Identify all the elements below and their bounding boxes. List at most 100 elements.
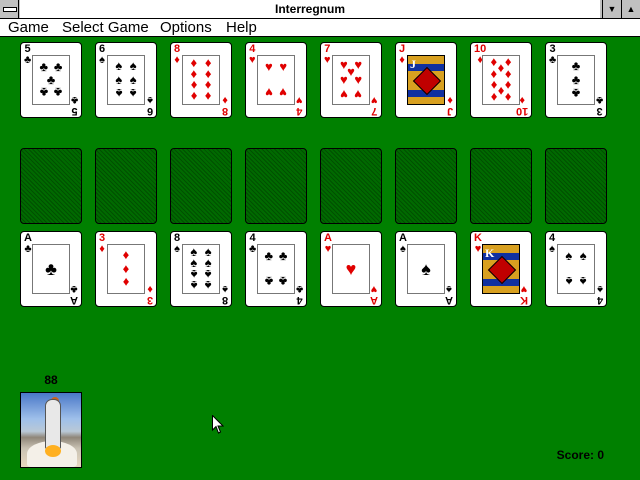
- card-ace-of-hearts[interactable]: A ♥ A ♥ ♥: [320, 231, 382, 307]
- system-menu-button[interactable]: [0, 0, 19, 18]
- empty-card-slot[interactable]: [95, 148, 157, 224]
- launch-flame: [45, 445, 61, 457]
- card-4-of-clubs[interactable]: 4 ♣ 4 ♣ ♣ ♣ ♣ ♣: [245, 231, 307, 307]
- card-6-of-spades[interactable]: 6 ♠ 6 ♠ ♠ ♠ ♠ ♠ ♠ ♠: [95, 42, 157, 118]
- heart-icon: ♥: [296, 94, 303, 106]
- deck-count: 88: [44, 373, 58, 387]
- space-shuttle-icon: [45, 399, 61, 449]
- spade-pip-icon: ♠: [129, 57, 137, 73]
- diamond-pip-icon: ♦: [122, 246, 130, 262]
- card-rank: 4: [296, 105, 303, 117]
- card-pip-area: ♥: [332, 244, 370, 294]
- heart-icon: ♥: [520, 283, 528, 295]
- empty-card-slot[interactable]: [545, 148, 607, 224]
- heart-icon: ♥: [324, 54, 331, 66]
- card-king-of-hearts[interactable]: K ♥ K ♥ K: [470, 231, 532, 307]
- card-ace-of-spades[interactable]: A ♠ A ♠ ♠: [395, 231, 457, 307]
- diamond-icon: ♦: [399, 54, 405, 66]
- club-pip-icon: ♣: [45, 259, 57, 279]
- card-pip-area: ♦ ♦ ♦ ♦ ♦ ♦ ♦ ♦: [182, 55, 220, 105]
- diamond-icon: ♦: [99, 243, 105, 255]
- card-index: A ♠: [399, 233, 407, 255]
- club-pip-icon: ♣: [571, 57, 581, 73]
- spade-icon: ♠: [99, 54, 105, 66]
- card-8-of-diamonds[interactable]: 8 ♦ 8 ♦ ♦ ♦ ♦ ♦ ♦ ♦ ♦ ♦: [170, 42, 232, 118]
- court-portrait: K: [482, 244, 520, 294]
- spade-pip-icon: ♠: [115, 57, 123, 73]
- card-5-of-clubs[interactable]: 5 ♣ 5 ♣ ♣ ♣ ♣ ♣ ♣: [20, 42, 82, 118]
- card-rank: A: [70, 294, 78, 306]
- card-index: A ♣: [70, 283, 78, 306]
- court-letter: J: [410, 57, 416, 71]
- card-index: 7 ♥: [371, 94, 378, 117]
- maximize-icon: ▲: [626, 4, 636, 14]
- card-pip-area: ♠ ♠ ♠ ♠ ♠ ♠ ♠ ♠: [182, 244, 220, 294]
- menu-game[interactable]: Game: [8, 19, 49, 36]
- card-8-of-spades[interactable]: 8 ♠ 8 ♠ ♠ ♠ ♠ ♠ ♠ ♠ ♠ ♠: [170, 231, 232, 307]
- card-index: 4 ♥: [249, 44, 256, 66]
- card-3-of-clubs[interactable]: 3 ♣ 3 ♣ ♣ ♣ ♣: [545, 42, 607, 118]
- empty-card-slot[interactable]: [170, 148, 232, 224]
- card-rank: 3: [146, 294, 153, 306]
- club-pip-icon: ♣: [264, 247, 274, 263]
- spade-pip-icon: ♠: [421, 259, 431, 279]
- card-4-of-hearts[interactable]: 4 ♥ 4 ♥ ♥ ♥ ♥ ♥: [245, 42, 307, 118]
- empty-card-slot[interactable]: [20, 148, 82, 224]
- card-ace-of-clubs[interactable]: A ♣ A ♣ ♣: [20, 231, 82, 307]
- draw-deck[interactable]: [20, 392, 82, 468]
- card-index: K ♥: [474, 233, 482, 255]
- heart-pip-icon: ♥: [354, 87, 363, 103]
- menu-select-game[interactable]: Select Game: [62, 19, 149, 36]
- card-10-of-diamonds[interactable]: 10 ♦ 10 ♦ ♦ ♦ ♦ ♦ ♦ ♦ ♦ ♦ ♦ ♦: [470, 42, 532, 118]
- card-index: 7 ♥: [324, 44, 331, 66]
- card-index: 4 ♥: [296, 94, 303, 117]
- diamond-pip-icon: ♦: [122, 275, 130, 291]
- diamond-pip-icon: ♦: [490, 90, 498, 106]
- heart-icon: ♥: [249, 54, 256, 66]
- empty-card-slot[interactable]: [395, 148, 457, 224]
- menu-help[interactable]: Help: [226, 19, 257, 36]
- score-display: Score: 0: [556, 448, 604, 462]
- empty-card-slot[interactable]: [470, 148, 532, 224]
- card-pip-area: ♠ ♠ ♠ ♠: [557, 244, 595, 294]
- heart-icon: ♥: [324, 243, 332, 255]
- spade-icon: ♠: [174, 243, 180, 255]
- card-7-of-hearts[interactable]: 7 ♥ 7 ♥ ♥ ♥ ♥ ♥ ♥ ♥ ♥: [320, 42, 382, 118]
- card-jack-of-diamonds[interactable]: J ♦ J ♦ J: [395, 42, 457, 118]
- card-rank: A: [445, 294, 453, 306]
- club-icon: ♣: [70, 94, 78, 106]
- card-index: 3 ♣: [549, 44, 556, 66]
- heart-pip-icon: ♥: [264, 85, 273, 101]
- spade-icon: ♠: [222, 283, 228, 295]
- minimize-button[interactable]: ▼: [602, 0, 621, 18]
- heart-pip-icon: ♥: [279, 58, 288, 74]
- card-rank: 4: [596, 294, 603, 306]
- maximize-button[interactable]: ▲: [621, 0, 640, 18]
- card-pip-area: ♣ ♣ ♣ ♣: [257, 244, 295, 294]
- heart-icon: ♥: [370, 283, 378, 295]
- empty-card-slot[interactable]: [245, 148, 307, 224]
- card-3-of-diamonds[interactable]: 3 ♦ 3 ♦ ♦ ♦ ♦: [95, 231, 157, 307]
- heart-icon: ♥: [371, 94, 378, 106]
- card-index: 4 ♠: [596, 283, 603, 306]
- empty-card-slot[interactable]: [320, 148, 382, 224]
- club-pip-icon: ♣: [39, 85, 49, 101]
- card-pip-area: ♦ ♦ ♦ ♦ ♦ ♦ ♦ ♦ ♦ ♦: [482, 55, 520, 105]
- club-icon: ♣: [295, 283, 303, 295]
- heart-pip-icon: ♥: [339, 87, 348, 103]
- card-pip-area: ♦ ♦ ♦: [107, 244, 145, 294]
- card-rank: 7: [371, 105, 378, 117]
- diamond-icon: ♦: [147, 283, 153, 295]
- spade-pip-icon: ♠: [115, 72, 123, 87]
- club-pip-icon: ♣: [39, 58, 49, 74]
- card-index: A ♥: [324, 233, 332, 255]
- spade-pip-icon: ♠: [565, 274, 573, 290]
- card-4-of-spades[interactable]: 4 ♠ 4 ♠ ♠ ♠ ♠ ♠: [545, 231, 607, 307]
- court-portrait: J: [407, 55, 445, 105]
- menu-options[interactable]: Options: [160, 19, 212, 36]
- card-index: J ♦: [447, 94, 453, 117]
- club-icon: ♣: [24, 54, 32, 66]
- club-icon: ♣: [595, 94, 603, 106]
- card-index: 5 ♣: [70, 94, 78, 117]
- spade-pip-icon: ♠: [129, 86, 137, 102]
